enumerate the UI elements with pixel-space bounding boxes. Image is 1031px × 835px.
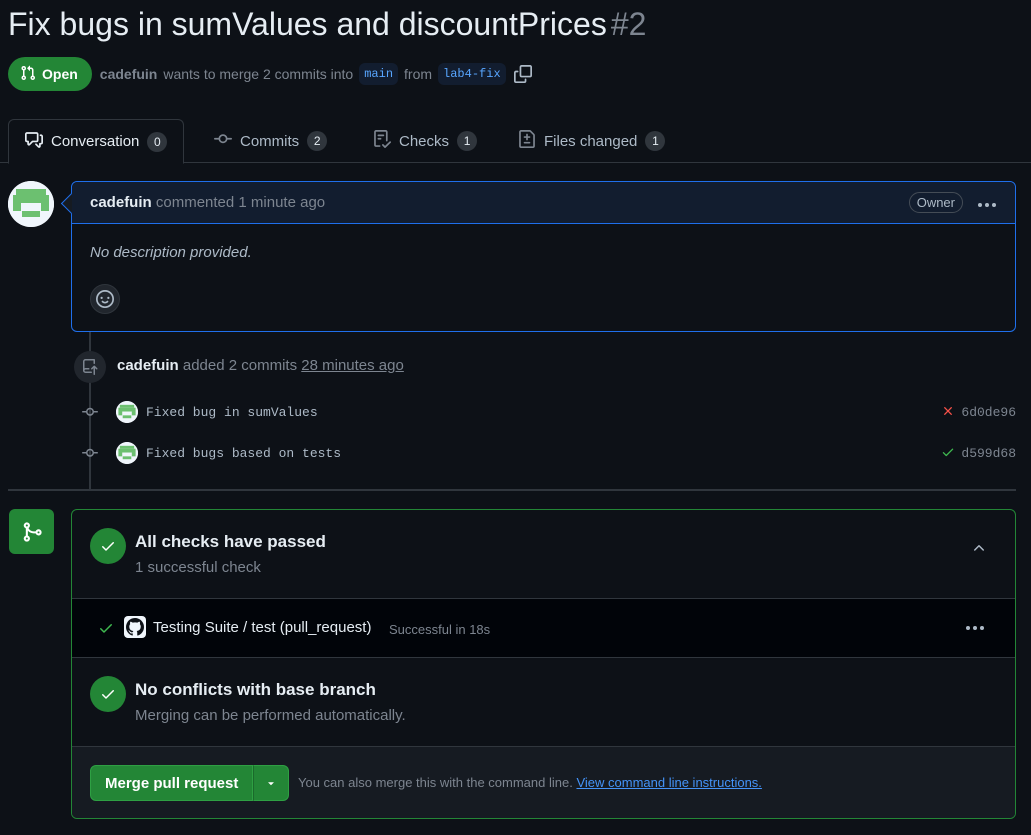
kebab-horizontal-icon[interactable] [965, 615, 985, 636]
tab-conversation-label: Conversation [51, 133, 140, 150]
timeline-divider [8, 489, 1016, 491]
state-badge: Open [8, 57, 92, 91]
conflicts-title: No conflicts with base branch [135, 680, 376, 699]
from-text: from [404, 66, 433, 82]
checks-title: All checks have passed [135, 532, 326, 551]
check-run-status: Successful in 18s [389, 622, 491, 637]
copy-icon[interactable] [513, 65, 532, 83]
pr-tabs: Conversation 0 Commits 2 Checks 1 Files … [0, 119, 1031, 164]
comment-body: No description provided. [90, 244, 252, 261]
pr-title: Fix bugs in sumValues and discountPrices… [8, 6, 646, 43]
checklist-icon [373, 130, 392, 152]
comment-action[interactable]: commented 1 minute ago [156, 194, 325, 211]
head-branch[interactable]: lab4-fix [438, 63, 506, 85]
git-pull-request-icon [20, 65, 36, 84]
avatar[interactable] [116, 401, 138, 423]
avatar[interactable] [116, 442, 138, 464]
comment-header-actions: Owner [908, 192, 997, 213]
commit-row: Fixed bug in sumValues 6d0de96 [80, 400, 1016, 424]
git-commit-icon [80, 404, 100, 420]
checks-subtitle: 1 successful check [135, 559, 261, 576]
kebab-horizontal-icon[interactable] [977, 192, 997, 213]
commit-row: Fixed bugs based on tests d599d68 [80, 441, 1016, 465]
check-run-row[interactable]: Testing Suite / test (pull_request) Succ… [72, 598, 1015, 658]
smiley-icon[interactable] [90, 284, 120, 314]
owner-badge: Owner [908, 192, 963, 213]
x-icon[interactable] [941, 404, 955, 421]
tab-checks[interactable]: Checks 1 [357, 119, 493, 163]
check-circle-icon [90, 528, 126, 564]
commit-message[interactable]: Fixed bug in sumValues [146, 405, 318, 420]
event-time[interactable]: 28 minutes ago [301, 357, 404, 374]
conflicts-subtitle: Merging can be performed automatically. [135, 707, 406, 724]
commit-message[interactable]: Fixed bugs based on tests [146, 446, 341, 461]
comment-meta: cadefuin commented 1 minute ago [90, 194, 325, 211]
tab-files-changed-count: 1 [645, 131, 666, 151]
tab-checks-count: 1 [457, 131, 478, 151]
event-author[interactable]: cadefuin [117, 357, 179, 374]
tab-commits-count: 2 [307, 131, 328, 151]
merge-summary-text: wants to merge 2 commits into [163, 66, 354, 82]
pr-title-text: Fix bugs in sumValues and discountPrices [8, 6, 607, 42]
github-logo-icon [124, 616, 146, 638]
pr-author-link[interactable]: cadefuin [100, 66, 158, 82]
merge-summary: cadefuin wants to merge 2 commits into m… [100, 63, 532, 85]
comment-discussion-icon [25, 131, 43, 153]
commit-sha[interactable]: d599d68 [961, 446, 1016, 461]
triangle-down-icon[interactable] [253, 765, 290, 801]
repo-push-icon [74, 351, 106, 383]
chevron-up-icon[interactable] [971, 540, 987, 559]
merge-box: All checks have passed 1 successful chec… [71, 509, 1016, 819]
git-commit-icon [214, 130, 232, 152]
avatar[interactable] [8, 181, 54, 227]
git-merge-icon [9, 509, 54, 554]
pr-meta: Open cadefuin wants to merge 2 commits i… [8, 57, 532, 91]
check-run-name[interactable]: Testing Suite / test (pull_request) [153, 619, 371, 636]
command-line-instructions-link[interactable]: View command line instructions. [576, 775, 761, 790]
pr-number: #2 [610, 6, 647, 42]
tab-commits[interactable]: Commits 2 [198, 119, 343, 163]
check-icon[interactable] [941, 445, 955, 462]
commits-added-event: cadefuin added 2 commits 28 minutes ago [117, 357, 404, 374]
comment-author[interactable]: cadefuin [90, 194, 152, 211]
commit-status: 6d0de96 [941, 404, 1016, 421]
commit-status: d599d68 [941, 445, 1016, 462]
tab-files-changed-label: Files changed [544, 132, 638, 150]
file-diff-icon [518, 130, 536, 152]
base-branch[interactable]: main [359, 63, 399, 85]
comment-header: cadefuin commented 1 minute ago Owner [72, 182, 1015, 224]
tab-conversation-count: 0 [147, 131, 168, 152]
check-icon [98, 620, 114, 639]
tab-files-changed[interactable]: Files changed 1 [502, 119, 681, 163]
tab-commits-label: Commits [240, 132, 300, 150]
state-label: Open [42, 66, 78, 82]
command-line-hint: You can also merge this with the command… [298, 775, 762, 790]
comment-box: cadefuin commented 1 minute ago Owner No… [71, 181, 1016, 332]
check-circle-icon [90, 676, 126, 712]
merge-pull-request-button[interactable]: Merge pull request [90, 765, 254, 801]
git-commit-icon [80, 445, 100, 461]
event-action: added 2 commits [182, 357, 298, 374]
tab-checks-label: Checks [399, 132, 450, 150]
merge-footer: Merge pull request You can also merge th… [72, 746, 1015, 818]
merge-button-group: Merge pull request [90, 765, 290, 801]
command-line-text: You can also merge this with the command… [298, 775, 573, 790]
commit-sha[interactable]: 6d0de96 [961, 405, 1016, 420]
tab-conversation[interactable]: Conversation 0 [8, 119, 185, 164]
